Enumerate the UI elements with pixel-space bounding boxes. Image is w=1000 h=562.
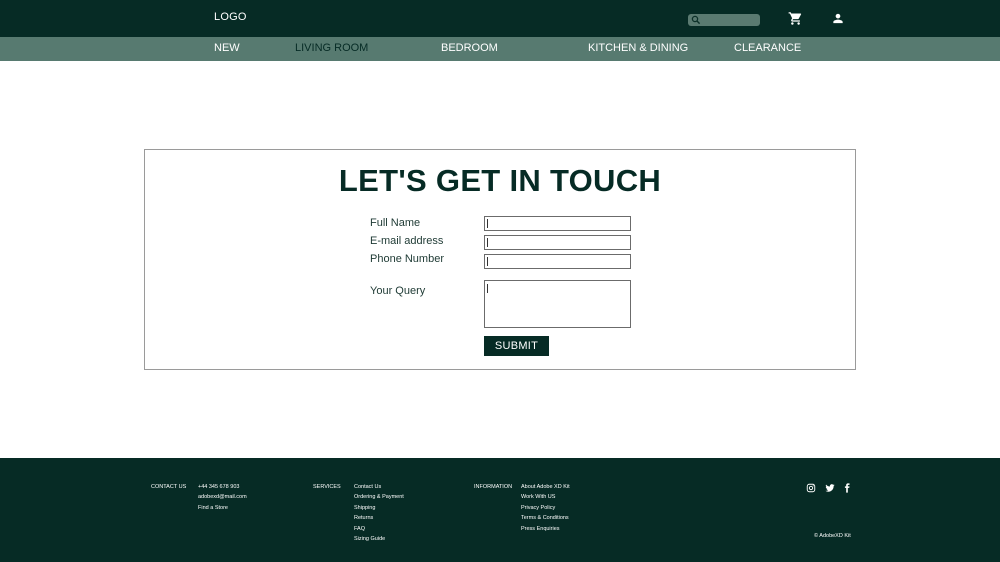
footer-link-faq[interactable]: FAQ xyxy=(354,524,404,534)
full-name-label: Full Name xyxy=(370,217,421,229)
footer-link-press[interactable]: Press Enquiries xyxy=(521,524,570,534)
query-label: Your Query xyxy=(370,285,426,297)
main-nav: NEW LIVING ROOM BEDROOM KITCHEN & DINING… xyxy=(0,37,1000,61)
nav-item-bedroom[interactable]: BEDROOM xyxy=(441,42,498,54)
cart-icon[interactable] xyxy=(788,11,803,26)
query-textarea[interactable] xyxy=(484,280,631,328)
instagram-icon[interactable] xyxy=(806,483,816,493)
footer-link-privacy-policy[interactable]: Privacy Policy xyxy=(521,503,570,513)
footer-link-contact-us[interactable]: Contact Us xyxy=(354,482,404,492)
nav-item-living-room[interactable]: LIVING ROOM xyxy=(295,42,368,54)
twitter-icon[interactable] xyxy=(825,483,835,493)
search-input[interactable] xyxy=(688,14,760,26)
footer-email[interactable]: adobexd@mail.com xyxy=(198,492,247,502)
footer-link-terms[interactable]: Terms & Conditions xyxy=(521,513,570,523)
search-icon xyxy=(691,15,701,25)
page-title: LET'S GET IN TOUCH xyxy=(338,163,662,198)
footer-information-list: About Adobe XD Kit Work With US Privacy … xyxy=(521,482,570,534)
facebook-icon[interactable] xyxy=(842,483,852,493)
footer-services-list: Contact Us Ordering & Payment Shipping R… xyxy=(354,482,404,544)
submit-button[interactable]: SUBMIT xyxy=(484,336,549,356)
copyright-text: © AdobeXD Kit xyxy=(814,533,851,539)
phone-field[interactable] xyxy=(484,254,631,269)
footer-information-heading: INFORMATION xyxy=(474,484,513,490)
footer-link-shipping[interactable]: Shipping xyxy=(354,503,404,513)
logo[interactable]: LOGO xyxy=(214,11,247,23)
nav-item-kitchen-dining[interactable]: KITCHEN & DINING xyxy=(588,42,688,54)
footer-phone[interactable]: +44 345 678 903 xyxy=(198,482,247,492)
contact-form-panel: LET'S GET IN TOUCH Full Name E-mail addr… xyxy=(144,149,856,370)
footer-link-sizing-guide[interactable]: Sizing Guide xyxy=(354,534,404,544)
nav-item-new[interactable]: NEW xyxy=(214,42,240,54)
footer-link-work-with-us[interactable]: Work With US xyxy=(521,492,570,502)
footer-find-store[interactable]: Find a Store xyxy=(198,503,247,513)
site-footer: CONTACT US +44 345 678 903 adobexd@mail.… xyxy=(0,458,1000,562)
nav-item-clearance[interactable]: CLEARANCE xyxy=(734,42,801,54)
full-name-field[interactable] xyxy=(484,216,631,231)
footer-contact-list: +44 345 678 903 adobexd@mail.com Find a … xyxy=(198,482,247,513)
footer-link-about[interactable]: About Adobe XD Kit xyxy=(521,482,570,492)
user-icon[interactable] xyxy=(831,11,845,26)
footer-services-heading: SERVICES xyxy=(313,484,341,490)
footer-link-returns[interactable]: Returns xyxy=(354,513,404,523)
top-header: LOGO xyxy=(0,0,1000,37)
email-label: E-mail address xyxy=(370,235,444,247)
email-field[interactable] xyxy=(484,235,631,250)
footer-link-ordering-payment[interactable]: Ordering & Payment xyxy=(354,492,404,502)
footer-contact-heading: CONTACT US xyxy=(151,484,187,490)
phone-label: Phone Number xyxy=(370,253,444,265)
